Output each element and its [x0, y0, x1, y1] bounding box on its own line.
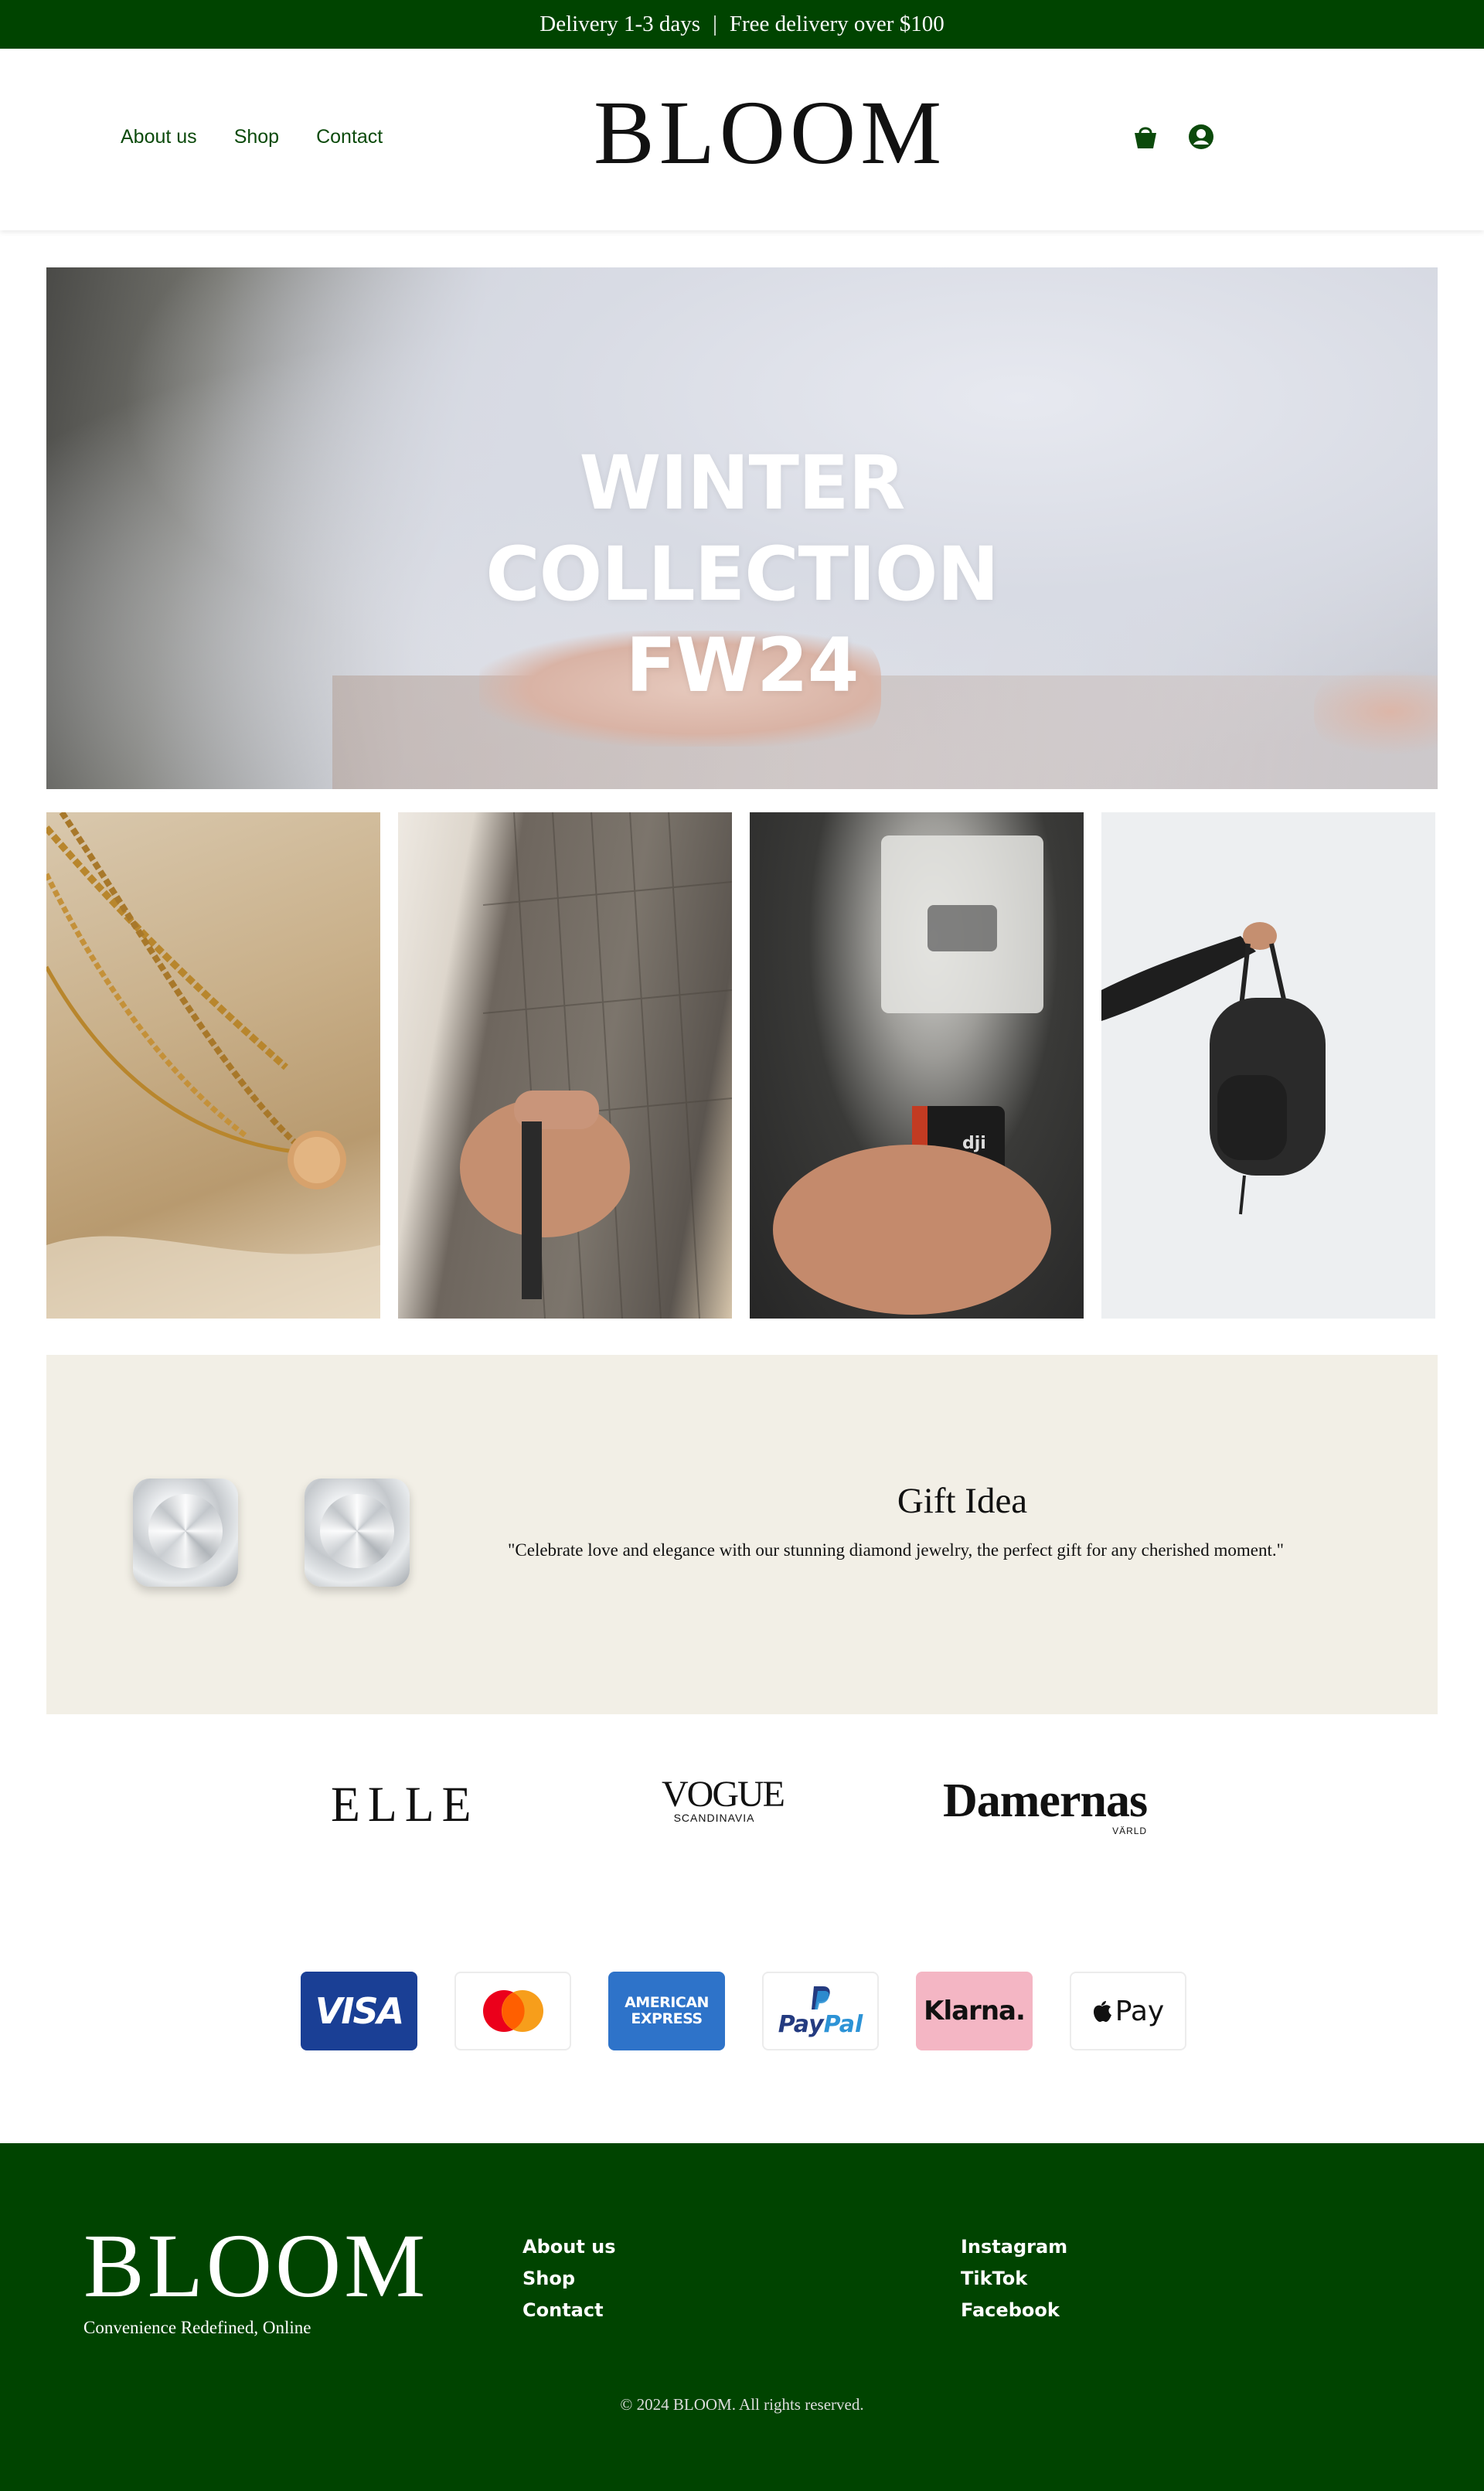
footer-link-instagram[interactable]: Instagram — [961, 2236, 1067, 2258]
footer-logo[interactable]: BLOOM — [83, 2220, 428, 2312]
hero-title: WINTER COLLECTION FW24 — [46, 437, 1438, 711]
microphone-image: dji — [773, 835, 1051, 1315]
footer-tagline: Convenience Redefined, Online — [83, 2318, 311, 2337]
product-tile-backpack[interactable] — [1101, 812, 1435, 1319]
delivery-time-text: Delivery 1-3 days — [539, 12, 701, 36]
hero-title-line: COLLECTION — [485, 531, 999, 618]
announcement-separator: | — [713, 12, 717, 36]
header-actions — [1132, 122, 1214, 151]
damernas-logo-text: Damernas — [943, 1775, 1148, 1827]
elle-logo: ELLE — [331, 1777, 479, 1833]
gift-title: Gift Idea — [897, 1481, 1028, 1521]
product-grid: dji — [46, 812, 1438, 1319]
fabric-image — [460, 812, 732, 1319]
nav-contact[interactable]: Contact — [316, 126, 383, 148]
footer-link-shop[interactable]: Shop — [522, 2268, 616, 2290]
footer-link-tiktok[interactable]: TikTok — [961, 2268, 1067, 2290]
gift-idea-section: Gift Idea "Celebrate love and elegance w… — [46, 1355, 1438, 1714]
product-tile-necklaces[interactable] — [46, 812, 380, 1319]
damernas-varld-logo: Damernas VÄRLD — [943, 1775, 1148, 1836]
amex-line2: EXPRESS — [631, 2010, 703, 2027]
user-icon[interactable] — [1188, 122, 1214, 151]
amex-card: AMERICAN EXPRESS — [608, 1972, 725, 2050]
footer-social-links: Instagram TikTok Facebook — [961, 2236, 1067, 2322]
gift-description: "Celebrate love and elegance with our st… — [508, 1540, 1285, 1560]
site-header: About us Shop Contact BLOOM — [0, 49, 1484, 230]
nav-about-us[interactable]: About us — [121, 126, 197, 148]
site-logo[interactable]: BLOOM — [594, 87, 941, 179]
basket-icon[interactable] — [1132, 122, 1159, 151]
diamond-earring-left — [133, 1479, 238, 1587]
svg-text:dji: dji — [962, 1134, 986, 1153]
announcement-bar: Delivery 1-3 days | Free delivery over $… — [0, 0, 1484, 49]
diamond-earring-right — [305, 1479, 410, 1587]
apple-pay-card: Pay — [1070, 1972, 1186, 2050]
nav-shop[interactable]: Shop — [234, 126, 279, 148]
hero-title-line: FW24 — [625, 622, 859, 709]
hero-banner[interactable]: WINTER COLLECTION FW24 — [46, 267, 1438, 789]
main-nav: About us Shop Contact — [121, 126, 383, 148]
klarna-card: Klarna. — [916, 1972, 1033, 2050]
free-delivery-text: Free delivery over $100 — [729, 12, 945, 36]
paypal-pal: Pal — [823, 2010, 863, 2038]
necklace-image — [46, 812, 380, 1319]
hero-title-line: WINTER — [579, 440, 906, 526]
paypal-icon — [811, 1986, 830, 2009]
footer-link-contact[interactable]: Contact — [522, 2299, 616, 2322]
paypal-card: PayPal — [762, 1972, 879, 2050]
paypal-pay: Pay — [778, 2010, 824, 2038]
payment-methods: VISA AMERICAN EXPRESS PayPal Klarna. Pay — [301, 1972, 1186, 2050]
visa-card: VISA — [301, 1972, 417, 2050]
footer-link-about-us[interactable]: About us — [522, 2236, 616, 2258]
vogue-logo-sub: SCANDINAVIA — [673, 1812, 755, 1824]
footer-link-facebook[interactable]: Facebook — [961, 2299, 1067, 2322]
product-tile-microphone[interactable]: dji — [750, 812, 1084, 1319]
site-footer: BLOOM Convenience Redefined, Online Abou… — [0, 2143, 1484, 2491]
damernas-logo-sub: VÄRLD — [1112, 1826, 1148, 1836]
press-logos: ELLE VOGUE SCANDINAVIA Damernas VÄRLD — [0, 1775, 1484, 1839]
amex-line1: AMERICAN — [625, 1994, 709, 2011]
backpack-image — [1101, 922, 1326, 1215]
product-tile-fabric[interactable] — [398, 812, 732, 1319]
apple-icon — [1093, 2001, 1111, 2022]
vogue-logo: VOGUE SCANDINAVIA — [662, 1776, 785, 1825]
footer-links: About us Shop Contact — [522, 2236, 616, 2322]
footer-copyright: © 2024 BLOOM. All rights reserved. — [620, 2395, 864, 2414]
vogue-logo-text: VOGUE — [662, 1774, 785, 1815]
apple-pay-text: Pay — [1115, 1995, 1165, 2027]
mastercard-icon — [482, 1990, 543, 2032]
mastercard-card — [454, 1972, 571, 2050]
